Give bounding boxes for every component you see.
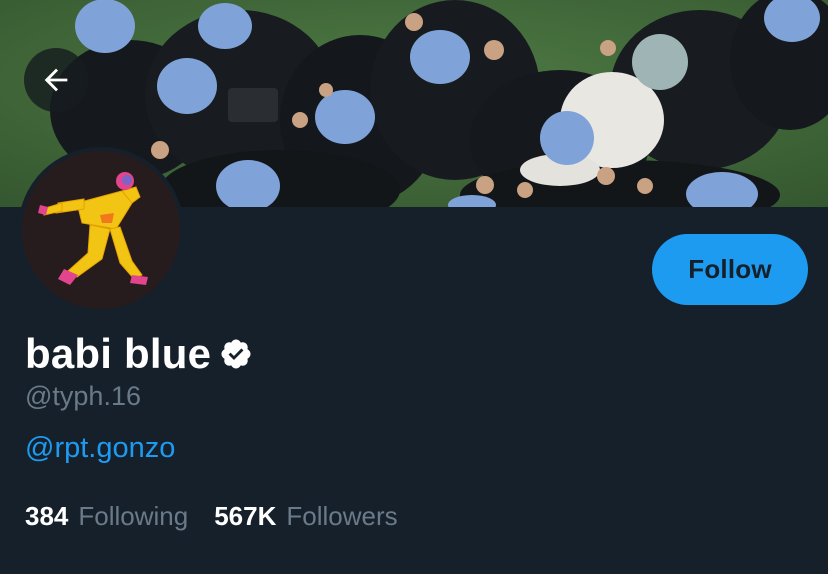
- profile-handle: @typh.16: [25, 381, 141, 411]
- profile-name-row: babi blue: [25, 330, 253, 378]
- display-name: babi blue: [25, 330, 212, 377]
- avatar[interactable]: [18, 147, 184, 313]
- avatar-figure-art: [22, 151, 180, 309]
- following-stat[interactable]: 384 Following: [25, 501, 188, 532]
- profile-page: Follow babi blue @typh.16 @rpt.gonzo 384…: [0, 0, 828, 574]
- back-button[interactable]: [24, 48, 88, 112]
- bio-mention-link[interactable]: @rpt.gonzo: [25, 432, 175, 465]
- arrow-left-icon: [44, 68, 68, 92]
- verified-badge-icon: [221, 339, 251, 369]
- follow-button[interactable]: Follow: [652, 234, 808, 305]
- following-count: 384: [25, 501, 69, 531]
- profile-stats: 384 Following 567K Followers: [25, 501, 424, 532]
- avatar-image: [22, 151, 180, 309]
- followers-stat[interactable]: 567K Followers: [214, 501, 397, 532]
- following-label: Following: [78, 501, 189, 531]
- followers-count: 567K: [214, 501, 277, 531]
- followers-label: Followers: [286, 501, 398, 531]
